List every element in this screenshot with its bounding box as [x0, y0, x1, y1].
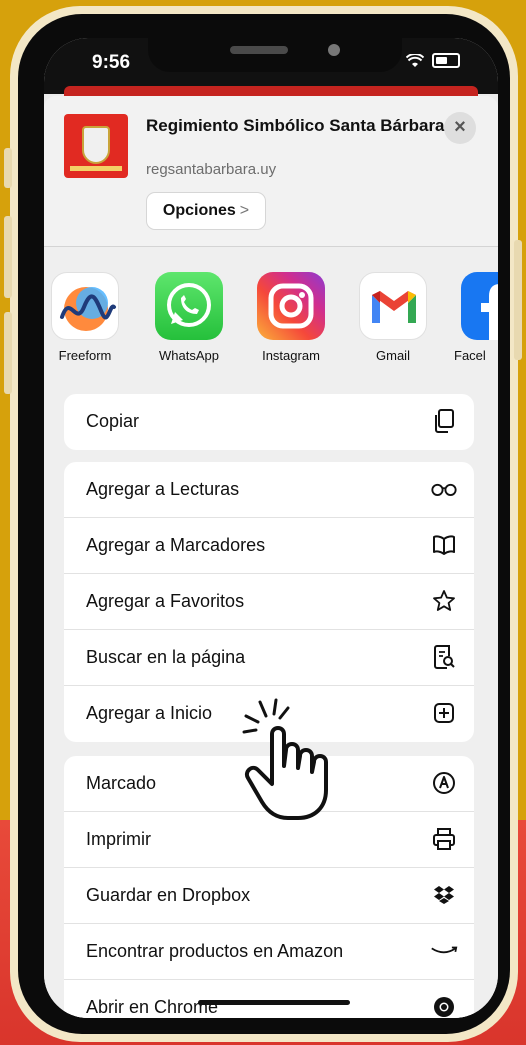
action-group-copy: Copiar: [64, 394, 474, 450]
app-share-row: Freeform WhatsApp Instagram Gmail Facel: [44, 256, 498, 376]
crest-icon: [82, 126, 110, 164]
mute-switch: [4, 148, 12, 188]
action-label: Marcado: [86, 773, 157, 793]
gmail-icon: [359, 272, 427, 340]
app-instagram[interactable]: Instagram: [246, 272, 336, 363]
notch: [148, 38, 402, 72]
chrome-icon: [430, 993, 458, 1018]
action-label: Agregar a Lecturas: [86, 479, 240, 499]
action-copiar[interactable]: Copiar: [64, 394, 474, 450]
app-label: Facel: [454, 348, 486, 363]
close-button[interactable]: ×: [444, 112, 476, 144]
whatsapp-icon: [155, 272, 223, 340]
app-label: Instagram: [262, 348, 320, 363]
site-url: regsantabarbara.uy: [146, 161, 277, 178]
action-label: Agregar a Favoritos: [86, 591, 245, 611]
facebook-icon: [461, 272, 498, 340]
instagram-icon: [257, 272, 325, 340]
action-amazon[interactable]: Encontrar productos en Amazon: [64, 924, 474, 980]
action-label: Imprimir: [86, 829, 151, 849]
action-label: Guardar en Dropbox: [86, 885, 251, 905]
dropbox-icon: [430, 881, 458, 909]
site-favicon: [64, 114, 128, 178]
app-label: Gmail: [376, 348, 410, 363]
front-camera: [328, 44, 340, 56]
star-icon: [430, 587, 458, 615]
freeform-icon: [51, 272, 119, 340]
action-buscar-pagina[interactable]: Buscar en la página: [64, 630, 474, 686]
phone-screen: 9:56 Regimiento Simbólico Santa Bárbara …: [44, 38, 498, 1018]
action-abrir-chrome[interactable]: Abrir en Chrome: [64, 980, 474, 1018]
app-whatsapp[interactable]: WhatsApp: [144, 272, 234, 363]
home-indicator: [198, 1000, 350, 1005]
action-label: Buscar en la página: [86, 647, 246, 667]
options-button[interactable]: Opciones >: [146, 192, 266, 230]
action-agregar-marcadores[interactable]: Agregar a Marcadores: [64, 518, 474, 574]
printer-icon: [430, 825, 458, 853]
find-page-icon: [430, 643, 458, 671]
chevron-right-icon: >: [239, 202, 250, 219]
volume-down-button: [4, 312, 12, 394]
status-icons: [405, 52, 460, 70]
action-label: Agregar a Marcadores: [86, 535, 266, 555]
wifi-icon: [405, 52, 424, 67]
app-gmail[interactable]: Gmail: [348, 272, 438, 363]
favicon-banner: [70, 166, 122, 171]
add-square-icon: [430, 699, 458, 727]
header-divider: [44, 246, 498, 247]
app-freeform[interactable]: Freeform: [44, 272, 130, 363]
glasses-icon: [430, 475, 458, 503]
battery-icon: [432, 53, 460, 69]
site-title: Regimiento Simbólico Santa Bárbara: [146, 116, 445, 135]
app-label: WhatsApp: [159, 348, 219, 363]
volume-up-button: [4, 216, 12, 298]
power-button: [514, 240, 522, 360]
action-guardar-dropbox[interactable]: Guardar en Dropbox: [64, 868, 474, 924]
copy-icon: [430, 407, 458, 435]
options-label: Opciones: [162, 202, 236, 219]
markup-icon: [430, 769, 458, 797]
action-agregar-lecturas[interactable]: Agregar a Lecturas: [64, 462, 474, 518]
share-sheet: Regimiento Simbólico Santa Bárbara regsa…: [44, 96, 498, 1018]
speaker-grille: [230, 46, 288, 54]
book-icon: [430, 531, 458, 559]
status-time: 9:56: [92, 52, 131, 73]
action-agregar-favoritos[interactable]: Agregar a Favoritos: [64, 574, 474, 630]
action-label: Agregar a Inicio: [86, 703, 213, 723]
share-sheet-header: Regimiento Simbólico Santa Bárbara regsa…: [44, 96, 498, 246]
app-label: Freeform: [58, 348, 112, 363]
action-label: Copiar: [86, 411, 140, 431]
pointing-hand-icon: [236, 694, 356, 829]
app-facebook[interactable]: Facel: [450, 272, 498, 363]
action-label: Encontrar productos en Amazon: [86, 941, 344, 961]
amazon-icon: [430, 937, 458, 965]
